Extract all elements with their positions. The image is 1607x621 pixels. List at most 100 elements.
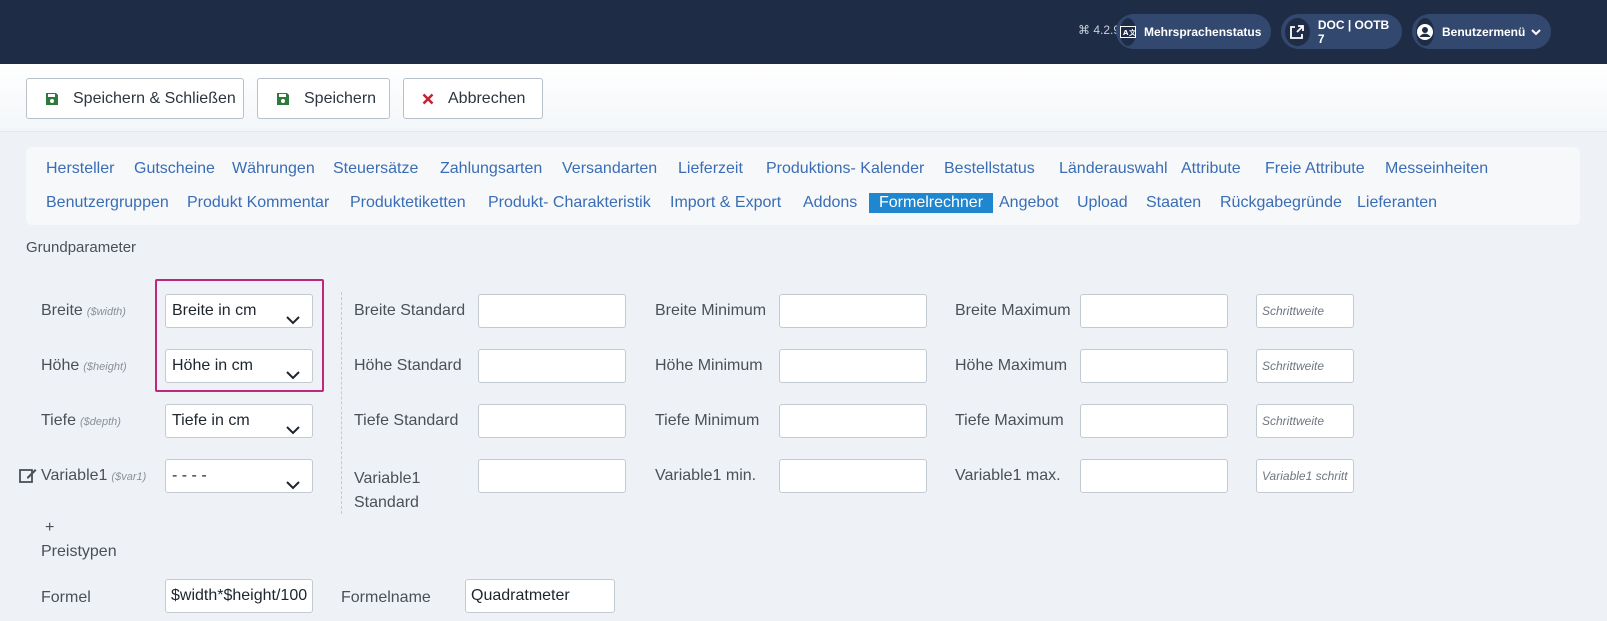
width-min-input[interactable] <box>779 294 927 328</box>
price-types-label: Preistypen <box>41 543 117 560</box>
height-max-input[interactable] <box>1080 349 1228 383</box>
param-var: ($width) <box>86 306 126 318</box>
close-icon <box>422 93 434 105</box>
width-standard-label: Breite Standard <box>354 302 466 319</box>
param-label-height: Höhe ($height) <box>41 357 127 375</box>
multilingual-status-button[interactable]: A文 Mehrsprachenstatus <box>1116 14 1271 49</box>
tab-addons[interactable]: Addons <box>803 192 857 214</box>
user-menu-button[interactable]: Benutzermenü <box>1412 14 1551 49</box>
chevron-down-icon <box>286 415 300 447</box>
tab-zahlungsarten[interactable]: Zahlungsarten <box>440 158 542 180</box>
var1-min-input[interactable] <box>779 459 927 493</box>
tab-messeinheiten[interactable]: Messeinheiten <box>1385 158 1488 180</box>
save-close-button[interactable]: Speichern & Schließen <box>26 78 244 119</box>
param-label-var1: Variable1 ($var1) <box>41 467 146 485</box>
width-step-input[interactable] <box>1256 294 1354 328</box>
var1-unit-select[interactable]: - - - - <box>165 459 313 493</box>
settings-tabs: Hersteller Gutscheine Währungen Steuersä… <box>26 147 1580 225</box>
tab-produkt-kommentar[interactable]: Produkt Kommentar <box>187 192 329 214</box>
tab-hersteller[interactable]: Hersteller <box>46 158 114 180</box>
tab-produkt-charakteristik[interactable]: Produkt- Charakteristik <box>488 192 651 214</box>
param-name: Höhe <box>41 357 80 374</box>
column-divider <box>341 292 342 514</box>
height-unit-select[interactable]: Höhe in cm <box>165 349 313 383</box>
depth-unit-select[interactable]: Tiefe in cm <box>165 404 313 438</box>
tab-attribute[interactable]: Attribute <box>1181 158 1241 180</box>
version-info: ⌘ 4.2.9 <box>1078 23 1120 37</box>
depth-min-input[interactable] <box>779 404 927 438</box>
depth-standard-label: Tiefe Standard <box>354 412 459 429</box>
multilang-label: Mehrsprachenstatus <box>1144 24 1262 39</box>
var1-max-label: Variable1 max. <box>955 467 1061 484</box>
user-menu-label: Benutzermenü <box>1442 24 1526 39</box>
depth-min-label: Tiefe Minimum <box>655 412 760 429</box>
site-label: DOC | OOTB 7 <box>1317 17 1390 46</box>
tab-lieferanten[interactable]: Lieferanten <box>1357 192 1437 214</box>
depth-max-label: Tiefe Maximum <box>955 412 1064 429</box>
tab-row-2: Benutzergruppen Produkt Kommentar Produk… <box>26 192 1580 214</box>
tab-formelrechner[interactable]: Formelrechner <box>869 193 994 213</box>
tab-steuersaetze[interactable]: Steuersätze <box>333 158 418 180</box>
width-standard-input[interactable] <box>478 294 626 328</box>
depth-step-input[interactable] <box>1256 404 1354 438</box>
formula-input[interactable] <box>165 579 313 613</box>
tab-staaten[interactable]: Staaten <box>1146 192 1201 214</box>
var1-standard-label: Variable1 Standard <box>354 467 420 515</box>
select-value: Höhe in cm <box>172 357 253 374</box>
formula-name-input[interactable] <box>465 579 615 613</box>
tab-produktetiketten[interactable]: Produktetiketten <box>350 192 466 214</box>
tab-rueckgabegruende[interactable]: Rückgabegründe <box>1220 192 1342 214</box>
save-label: Speichern <box>304 89 377 107</box>
chevron-down-icon <box>286 305 300 337</box>
param-var: ($height) <box>83 361 127 373</box>
var1-step-input[interactable] <box>1256 459 1354 493</box>
section-title: Grundparameter <box>26 239 137 256</box>
height-max-label: Höhe Maximum <box>955 357 1068 374</box>
height-step-input[interactable] <box>1256 349 1354 383</box>
edit-icon[interactable] <box>19 467 37 489</box>
param-var: ($var1) <box>111 471 147 483</box>
tab-lieferzeit[interactable]: Lieferzeit <box>678 158 743 180</box>
tab-waehrungen[interactable]: Währungen <box>232 158 315 180</box>
tab-upload[interactable]: Upload <box>1077 192 1128 214</box>
var1-max-input[interactable] <box>1080 459 1228 493</box>
depth-max-input[interactable] <box>1080 404 1228 438</box>
select-value: - - - - <box>172 467 207 484</box>
chevron-down-icon <box>286 470 300 502</box>
tab-gutscheine[interactable]: Gutscheine <box>134 158 215 180</box>
tab-import-export[interactable]: Import & Export <box>670 192 781 214</box>
site-link-button[interactable]: DOC | OOTB 7 <box>1281 14 1402 49</box>
save-icon <box>45 92 59 106</box>
tab-angebot[interactable]: Angebot <box>999 192 1059 214</box>
height-standard-label: Höhe Standard <box>354 357 462 374</box>
param-name: Breite <box>41 302 83 319</box>
height-min-input[interactable] <box>779 349 927 383</box>
height-standard-input[interactable] <box>478 349 626 383</box>
tab-laenderauswahl[interactable]: Länderauswahl <box>1059 158 1168 180</box>
width-min-label: Breite Minimum <box>655 302 767 319</box>
save-close-label: Speichern & Schließen <box>73 89 236 107</box>
top-header: ⌘ 4.2.9 A文 Mehrsprachenstatus DOC | OOTB… <box>0 0 1607 64</box>
tab-row-1: Hersteller Gutscheine Währungen Steuersä… <box>26 158 1580 180</box>
add-price-types-link[interactable]: + Preistypen <box>41 516 117 564</box>
param-name: Variable1 <box>41 467 108 484</box>
param-name: Tiefe <box>41 412 76 429</box>
var1-standard-label-line1: Variable1 <box>354 470 421 487</box>
param-label-depth: Tiefe ($depth) <box>41 412 121 430</box>
width-unit-select[interactable]: Breite in cm <box>165 294 313 328</box>
tab-benutzergruppen[interactable]: Benutzergruppen <box>46 192 169 214</box>
depth-standard-input[interactable] <box>478 404 626 438</box>
var1-standard-input[interactable] <box>478 459 626 493</box>
cancel-button[interactable]: Abbrechen <box>403 78 543 119</box>
tab-freie-attribute[interactable]: Freie Attribute <box>1265 158 1365 180</box>
width-max-input[interactable] <box>1080 294 1228 328</box>
user-icon <box>1416 17 1434 46</box>
action-toolbar: Speichern & Schließen Speichern Abbreche… <box>0 64 1607 132</box>
tab-versandarten[interactable]: Versandarten <box>562 158 657 180</box>
cancel-label: Abbrechen <box>448 89 526 107</box>
var1-min-label: Variable1 min. <box>655 467 757 484</box>
tab-produktions-kalender[interactable]: Produktions- Kalender <box>766 158 924 180</box>
language-icon: A文 <box>1120 17 1136 46</box>
tab-bestellstatus[interactable]: Bestellstatus <box>944 158 1035 180</box>
save-button[interactable]: Speichern <box>257 78 390 119</box>
